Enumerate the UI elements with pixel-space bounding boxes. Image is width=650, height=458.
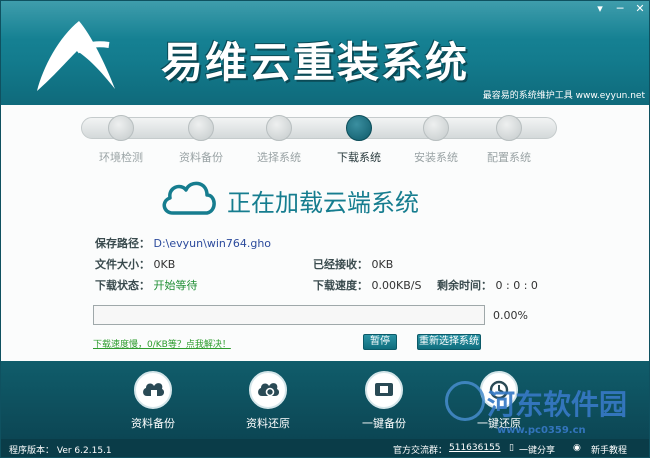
slow-download-help-link[interactable]: 下载速度慢，0/KB等？点我解决！: [93, 337, 231, 350]
action-label: 一键还原: [477, 417, 521, 430]
remaining-time-label: 剩余时间：: [437, 279, 492, 292]
download-speed-value: 0.00KB/S: [371, 279, 422, 292]
tutorial-icon: ◉: [573, 443, 581, 453]
step-label: 环境检测: [99, 151, 143, 164]
file-size-row: 文件大小： 0KB: [95, 256, 175, 272]
file-size-value: 0KB: [153, 258, 176, 271]
action-label: 资料备份: [131, 417, 175, 430]
step-dot-active: [346, 115, 372, 141]
one-click-restore-button[interactable]: 一键还原: [459, 371, 539, 431]
step-label: 下载系统: [337, 151, 381, 164]
download-status-row: 下载状态： 开始等待: [95, 277, 198, 293]
cloud-backup-icon: [134, 371, 172, 409]
step-dot: [496, 115, 522, 141]
share-link[interactable]: 一键分享: [519, 443, 555, 456]
header-banner: 易维云重装系统 最容易的系统维护工具 www.eyyun.net ▾ ─ ✕: [1, 1, 649, 105]
app-window: 易维云重装系统 最容易的系统维护工具 www.eyyun.net ▾ ─ ✕ 环…: [0, 0, 650, 458]
step-download-system: 下载系统: [319, 115, 399, 165]
app-tagline: 最容易的系统维护工具 www.eyyun.net: [482, 91, 645, 101]
one-click-backup-button[interactable]: 一键备份: [344, 371, 424, 431]
tutorial-link[interactable]: 新手教程: [591, 443, 627, 456]
footer-panel: [1, 361, 649, 439]
step-data-backup: 资料备份: [161, 115, 241, 165]
save-path-row: 保存路径： D:\evyun\win764.gho: [95, 235, 271, 251]
clock-restore-icon: [480, 371, 518, 409]
action-label: 一键备份: [362, 417, 406, 430]
remaining-time-row: 剩余时间： 0 : 0 : 0: [437, 277, 538, 293]
app-title: 易维云重装系统: [161, 38, 470, 87]
download-speed-label: 下载速度：: [313, 279, 368, 292]
step-select-system: 选择系统: [239, 115, 319, 165]
received-value: 0KB: [371, 258, 394, 271]
reselect-system-button[interactable]: 重新选择系统: [417, 334, 481, 350]
step-configure-system: 配置系统: [469, 115, 549, 165]
cloud-restore-icon: [249, 371, 287, 409]
mouse-icon: ▯: [509, 443, 514, 453]
pause-button[interactable]: 暂停: [363, 334, 397, 350]
step-dot: [108, 115, 134, 141]
drive-backup-icon: [365, 371, 403, 409]
window-controls: ▾ ─ ✕: [593, 3, 647, 15]
received-row: 已经接收： 0KB: [313, 256, 393, 272]
version-text: 程序版本： Ver 6.2.15.1: [9, 446, 112, 456]
status-title: 正在加载云端系统: [227, 189, 419, 217]
app-logo-icon: [37, 21, 115, 91]
close-icon[interactable]: ✕: [633, 3, 647, 15]
cloud-icon: [162, 181, 216, 215]
progress-percent: 0.00%: [493, 309, 528, 322]
download-status-label: 下载状态：: [95, 279, 150, 292]
action-label: 资料还原: [246, 417, 290, 430]
step-label: 选择系统: [257, 151, 301, 164]
step-install-system: 安装系统: [396, 115, 476, 165]
download-progress-bar: [93, 305, 485, 325]
data-backup-button[interactable]: 资料备份: [113, 371, 193, 431]
step-label: 配置系统: [487, 151, 531, 164]
step-label: 资料备份: [179, 151, 223, 164]
save-path-value: D:\evyun\win764.gho: [153, 237, 272, 250]
step-dot: [266, 115, 292, 141]
data-restore-button[interactable]: 资料还原: [228, 371, 308, 431]
save-path-label: 保存路径：: [95, 237, 150, 250]
step-dot: [423, 115, 449, 141]
qq-group-link[interactable]: 511636155: [449, 443, 501, 453]
menu-dropdown-icon[interactable]: ▾: [593, 3, 607, 15]
download-speed-row: 下载速度： 0.00KB/S: [313, 277, 421, 293]
download-status-value: 开始等待: [153, 279, 198, 292]
minimize-icon[interactable]: ─: [613, 3, 627, 15]
step-label: 安装系统: [414, 151, 458, 164]
remaining-time-value: 0 : 0 : 0: [495, 279, 538, 292]
qq-group-label: 官方交流群：: [393, 446, 448, 456]
step-dot: [188, 115, 214, 141]
step-environment-check: 环境检测: [81, 115, 161, 165]
received-label: 已经接收：: [313, 258, 368, 271]
file-size-label: 文件大小：: [95, 258, 150, 271]
